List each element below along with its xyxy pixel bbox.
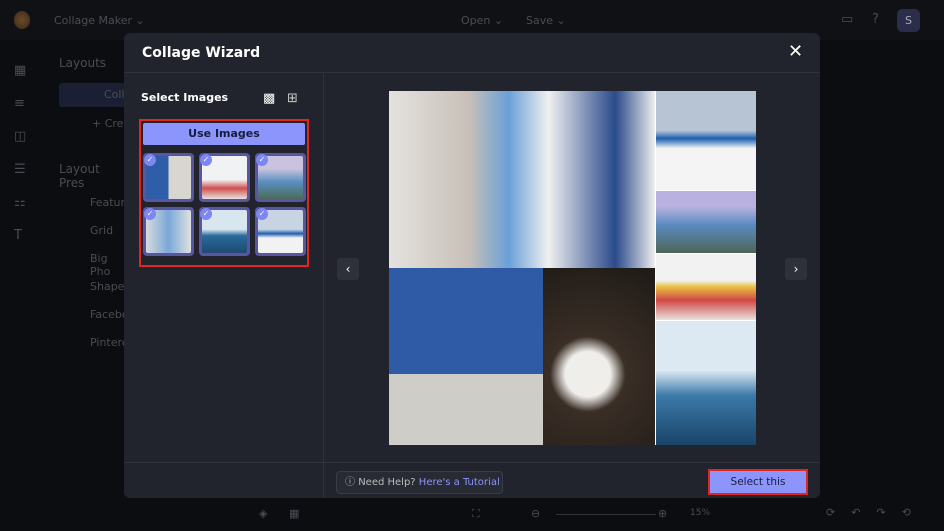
logo-icon[interactable] [14,11,30,29]
check-icon: ✓ [200,154,212,166]
thumbnail-coast[interactable]: ✓ [255,153,306,202]
check-icon: ✓ [144,154,156,166]
thumbnail-boat[interactable]: ✓ [199,207,250,256]
thumbnail-chapel[interactable]: ✓ [255,207,306,256]
sidebar-heading: Layouts [59,56,107,70]
avatar[interactable]: S [897,9,920,32]
comment-icon[interactable]: ▭ [841,12,853,27]
collage-preview [389,91,756,445]
app-menu[interactable]: Collage Maker ⌄ [54,14,145,27]
preset-pinterest[interactable]: Pintere [90,336,129,349]
photo-street [389,91,655,268]
next-layout-button[interactable]: › [785,258,807,280]
bottom-toolbar: ◈ ▦ ⛶ ⊖ ⊕ 15% ⟳↶↷⟲ [0,498,944,531]
zoom-out-icon[interactable]: ⊖ [531,507,540,520]
thumbnail-cat-door[interactable]: ✓ [143,153,194,202]
open-menu[interactable]: Open ⌄ [461,14,503,27]
app-name: Collage Maker [54,14,133,27]
info-icon: ⓘ [345,477,355,488]
layers-icon[interactable]: ◈ [259,507,267,520]
check-icon: ✓ [256,208,268,220]
small-grid-icon[interactable]: ⊞ [287,91,298,106]
help-icon[interactable]: ? [872,12,879,27]
select-collage-button[interactable]: Select this Collage [708,469,808,495]
thumbnail-alley[interactable]: ✓ [143,207,194,256]
collage-button[interactable]: Colla [59,83,131,107]
zoom-slider[interactable] [556,514,656,515]
modal-footer: ⓘ Need Help? Here's a Tutorial Select th… [124,462,820,498]
fit-icon[interactable]: ⛶ [472,507,480,521]
help-link[interactable]: ⓘ Need Help? Here's a Tutorial [336,471,503,494]
zoom-level: 15% [690,508,711,518]
use-images-button[interactable]: Use Images [143,123,305,145]
photo-flowers [656,254,756,320]
check-icon: ✓ [144,208,156,220]
collage-wizard-modal: Collage Wizard ✕ Select Images ▩ ⊞ Use I… [124,33,820,498]
image-selector-panel: Select Images ▩ ⊞ Use Images ✓ ✓ ✓ ✓ ✓ ✓ [124,74,324,498]
rail-icons[interactable]: ▦ ≡ ◫ ☰ ⚏ T [14,54,26,252]
photo-chapel [656,91,756,190]
photo-boat [656,321,756,445]
undo-redo-icons[interactable]: ⟳↶↷⟲ [826,506,927,519]
photo-cat [543,268,655,445]
modal-header: Collage Wizard ✕ [124,33,820,73]
thumbnail-street-flowers[interactable]: ✓ [199,153,250,202]
save-menu[interactable]: Save ⌄ [526,14,566,27]
close-icon[interactable]: ✕ [788,41,803,62]
photo-coast [656,191,756,253]
tutorial-link[interactable]: Here's a Tutorial [419,477,500,488]
collage-preview-panel: ‹ › [325,74,820,462]
preset-grid[interactable]: Grid [90,224,113,237]
open-label: Open [461,14,491,27]
select-images-label: Select Images [141,91,229,104]
thumbnail-grid: ✓ ✓ ✓ ✓ ✓ ✓ [143,153,306,256]
modal-title: Collage Wizard [142,45,261,61]
preset-featured[interactable]: Featur [90,196,125,209]
photo-blue-door [389,268,543,445]
create-button[interactable]: + Cre [92,117,123,130]
image-selection-area: Use Images ✓ ✓ ✓ ✓ ✓ ✓ [139,119,309,267]
preset-shape[interactable]: Shape [90,280,124,293]
need-help-text: Need Help? [358,477,416,488]
zoom-in-icon[interactable]: ⊕ [658,507,667,520]
sidebar: Layouts Colla + Cre Layout Pres Featur G… [0,40,131,490]
grid-icon[interactable]: ▦ [289,507,299,520]
preset-facebook[interactable]: Facebo [90,308,129,321]
presets-heading: Layout Pres [59,162,100,190]
prev-layout-button[interactable]: ‹ [337,258,359,280]
check-icon: ✓ [256,154,268,166]
large-grid-icon[interactable]: ▩ [263,91,275,106]
check-icon: ✓ [200,208,212,220]
save-label: Save [526,14,554,27]
preset-big-photo[interactable]: Big Pho [90,252,124,278]
